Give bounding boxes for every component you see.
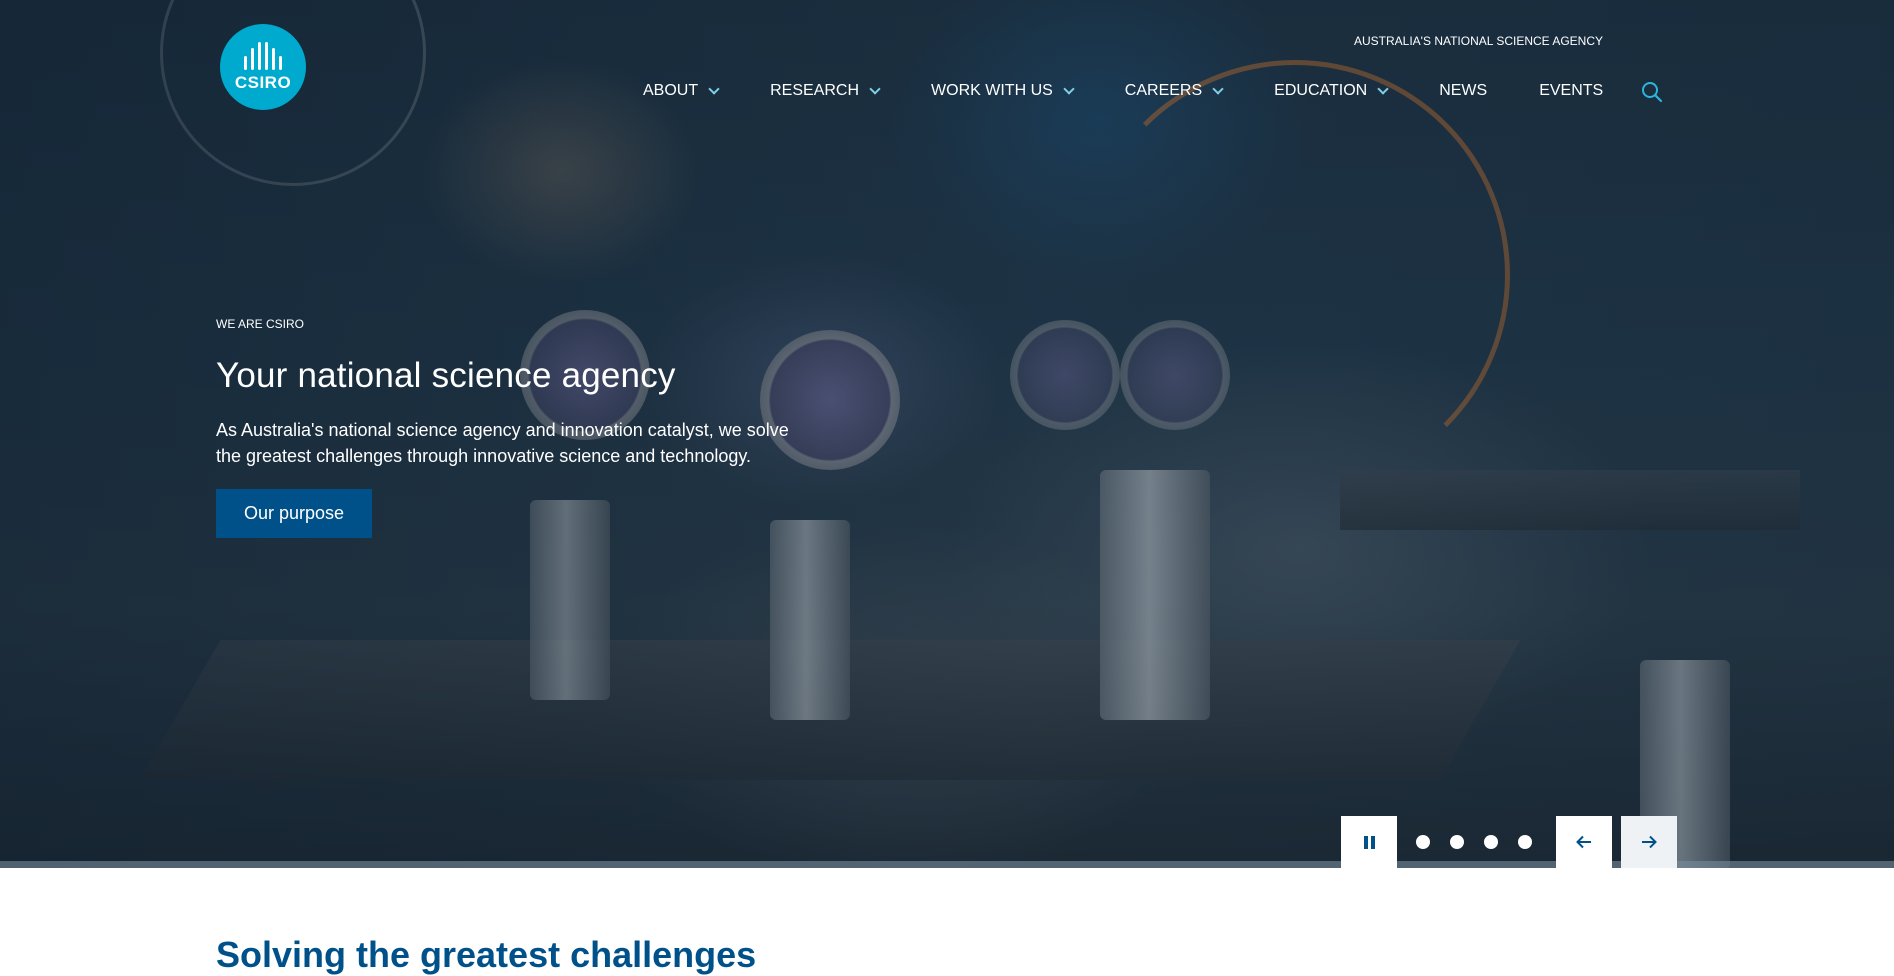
chevron-down-icon [1212,82,1224,95]
section-heading: Solving the greatest challenges [216,934,757,975]
carousel-dots [1416,835,1532,849]
hero-banner: CSIRO AUSTRALIA'S NATIONAL SCIENCE AGENC… [0,0,1894,868]
main-navigation: ABOUT RESEARCH WORK WITH US CAREERS EDUC… [643,82,1603,100]
logo-bars-icon [244,41,282,70]
nav-item-work-with-us[interactable]: WORK WITH US [931,82,1075,100]
nav-item-label: CAREERS [1124,82,1203,99]
search-icon[interactable] [1641,81,1663,103]
csiro-logo[interactable]: CSIRO [220,24,306,110]
next-slide-button[interactable] [1621,816,1677,868]
our-purpose-button[interactable]: Our purpose [216,489,373,538]
chevron-down-icon [708,82,720,95]
nav-item-label: EDUCATION [1274,82,1368,99]
nav-item-events[interactable]: EVENTS [1539,82,1603,100]
carousel-dot-4[interactable] [1518,835,1532,849]
chevron-down-icon [869,82,881,95]
nav-item-education[interactable]: EDUCATION [1274,82,1389,100]
nav-item-label: EVENTS [1539,82,1604,99]
nav-item-label: NEWS [1439,82,1488,99]
pause-icon [1363,835,1368,849]
carousel-dot-3[interactable] [1484,835,1498,849]
nav-item-news[interactable]: NEWS [1439,82,1487,100]
hero-content: WE ARE CSIRO Your national science agenc… [216,317,816,538]
nav-item-label: RESEARCH [770,82,860,99]
hero-headline: Your national science agency [216,356,676,395]
arrow-right-icon [1642,835,1657,849]
previous-slide-button[interactable] [1556,816,1612,868]
agency-tagline: AUSTRALIA'S NATIONAL SCIENCE AGENCY [1354,34,1604,48]
arrow-left-icon [1576,835,1591,849]
nav-item-research[interactable]: RESEARCH [770,82,881,100]
hero-description: As Australia's national science agency a… [216,420,789,466]
pause-icon [1370,835,1375,849]
chevron-down-icon [1377,82,1389,95]
pause-button[interactable] [1341,816,1397,868]
nav-item-about[interactable]: ABOUT [643,82,720,100]
carousel-dot-1[interactable] [1416,835,1430,849]
hero-eyebrow: WE ARE CSIRO [216,317,305,331]
carousel-dot-2[interactable] [1450,835,1464,849]
nav-item-label: WORK WITH US [931,82,1053,99]
nav-item-careers[interactable]: CAREERS [1124,82,1224,100]
logo-text: CSIRO [234,72,292,92]
chevron-down-icon [1063,82,1075,95]
nav-item-label: ABOUT [643,82,699,99]
